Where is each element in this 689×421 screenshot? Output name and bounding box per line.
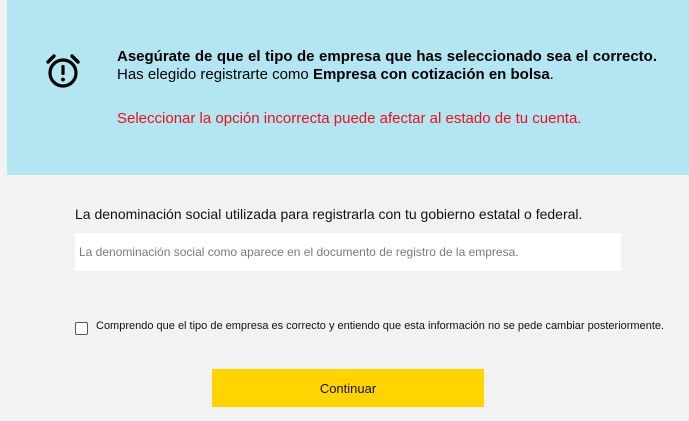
selected-company-type: Empresa con cotización en bolsa [312, 66, 550, 83]
alarm-clock-icon [43, 51, 83, 91]
alert-warning: Seleccionar la opción incorrecta puede a… [117, 110, 582, 127]
alert-title: Asegúrate de que el tipo de empresa que … [117, 48, 657, 65]
legal-name-label: La denominación social utilizada para re… [75, 206, 583, 222]
continue-button[interactable]: Continuar [212, 369, 484, 407]
alert-period: . [549, 66, 554, 83]
account-type-alert: Asegúrate de que el tipo de empresa que … [7, 0, 689, 175]
legal-name-input[interactable] [75, 233, 621, 271]
alert-message: Asegúrate de que el tipo de empresa que … [117, 48, 657, 84]
confirm-label: Comprendo que el tipo de empresa es corr… [96, 320, 665, 332]
alert-body: Has elegido registrarte como [117, 66, 313, 83]
confirm-checkbox[interactable] [75, 322, 88, 335]
